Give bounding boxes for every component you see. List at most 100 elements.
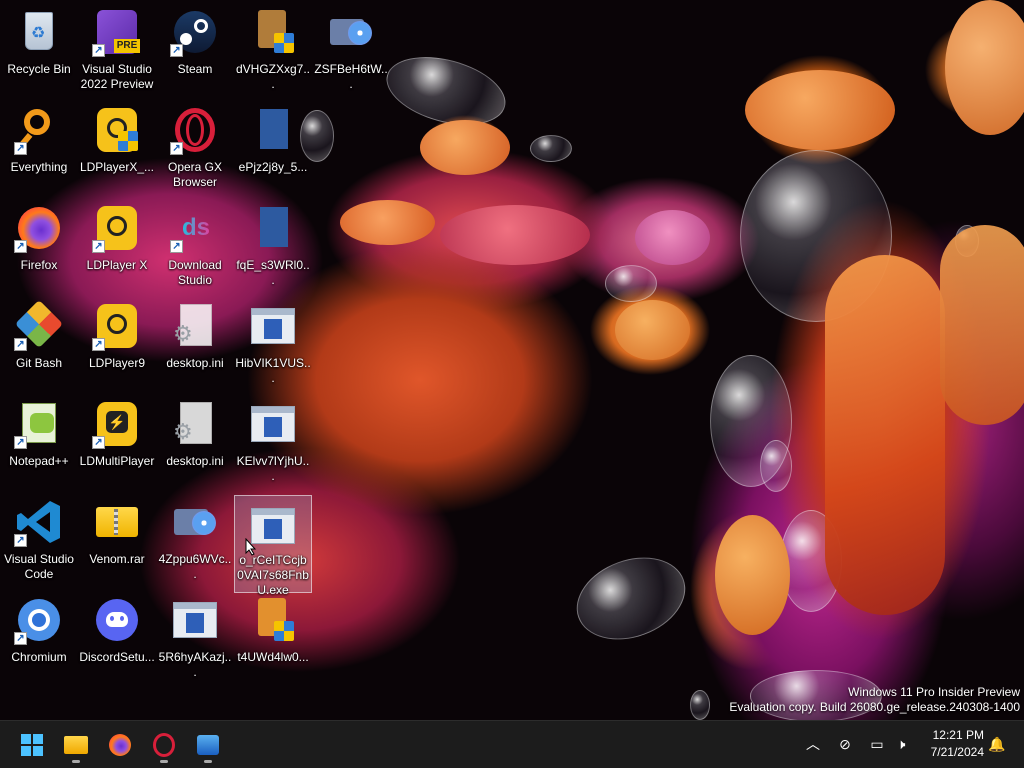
- icon-label: HibVIK1VUS...: [235, 356, 311, 385]
- desktop-icon-epjz[interactable]: ePjz2j8y_5...: [234, 100, 312, 196]
- wallpaper-blob: [940, 225, 1024, 425]
- desktop-icon-fqe[interactable]: fqE_s3WRl0...: [234, 198, 312, 294]
- desktop-icon-firefox[interactable]: ↗ Firefox: [0, 198, 78, 294]
- desktop-wallpaper[interactable]: Recycle Bin ↗ Everything ↗ Firefox ↗ Git…: [0, 0, 1024, 720]
- running-indicator: [204, 760, 212, 763]
- chevron-up-icon: ︿: [806, 736, 820, 752]
- wallpaper-blob: [745, 70, 895, 150]
- icon-label: LDPlayer X: [86, 258, 148, 272]
- firefox-icon: [109, 734, 131, 756]
- blue-file-icon: [260, 207, 288, 247]
- shortcut-arrow-icon: ↗: [14, 436, 27, 449]
- notification-bell-icon: 🔔: [988, 736, 1006, 752]
- desktop-icon-ldplayerx-underscore[interactable]: LDPlayerX_...: [78, 100, 156, 196]
- wallpaper-bubble: [530, 135, 572, 162]
- desktop-icon-discord-setup[interactable]: DiscordSetu...: [78, 590, 156, 686]
- desktop-icon-dvhgz[interactable]: dVHGZXxg7...: [234, 2, 312, 98]
- shortcut-arrow-icon: ↗: [92, 44, 105, 57]
- executable-icon: [251, 406, 295, 442]
- executable-icon: [251, 508, 295, 544]
- system-clock[interactable]: 12:21 PM 7/21/2024: [931, 727, 984, 761]
- desktop-icon-visual-studio-preview[interactable]: PRE ↗ Visual Studio 2022 Preview: [78, 2, 156, 98]
- wallpaper-bubble: [605, 265, 657, 302]
- uac-shield-icon: [118, 131, 138, 151]
- shortcut-arrow-icon: ↗: [14, 240, 27, 253]
- recycle-bin-icon: [25, 12, 53, 50]
- desktop-icon-desktop-ini-1[interactable]: ⚙ desktop.ini: [156, 296, 234, 392]
- wallpaper-blob: [945, 0, 1024, 135]
- icon-label: Git Bash: [15, 356, 63, 370]
- volume-button[interactable]: 🕨: [890, 733, 912, 755]
- taskbar-firefox[interactable]: [100, 725, 140, 765]
- desktop-icon-kelvv[interactable]: KElvv7lYjhU...: [234, 394, 312, 490]
- desktop-icon-ldplayer9[interactable]: ↗ LDPlayer9: [78, 296, 156, 392]
- desktop-icon-chromium[interactable]: ↗ Chromium: [0, 590, 78, 686]
- desktop-icon-opera-gx[interactable]: ↗ Opera GX Browser: [156, 100, 234, 196]
- desktop-icon-steam[interactable]: ↗ Steam: [156, 2, 234, 98]
- icon-label: Recycle Bin: [7, 62, 71, 76]
- shortcut-arrow-icon: ↗: [14, 338, 27, 351]
- taskbar: ︿ ⊘ ▭ 🕨 12:21 PM 7/21/2024 🔔: [0, 720, 1024, 768]
- wallpaper-blob: [440, 205, 590, 265]
- shortcut-arrow-icon: ↗: [14, 534, 27, 547]
- wallpaper-blob: [825, 255, 945, 615]
- desktop-icon-notepadpp[interactable]: ↗ Notepad++: [0, 394, 78, 490]
- wallpaper-bubble: [760, 440, 792, 492]
- notification-center-button[interactable]: 🔔: [986, 733, 1008, 755]
- running-indicator: [160, 760, 168, 763]
- desktop-icon-vscode[interactable]: ↗ Visual Studio Code: [0, 492, 78, 588]
- show-hidden-icons-button[interactable]: ︿: [802, 733, 824, 755]
- network-off-icon: ⊘: [839, 736, 851, 752]
- desktop-icon-5r6hy[interactable]: 5R6hyAKazj...: [156, 590, 234, 686]
- desktop-icon-4zppu[interactable]: 4Zppu6WVc...: [156, 492, 234, 588]
- icon-label: KElvv7lYjhU...: [236, 454, 310, 483]
- icon-label: fqE_s3WRl0...: [236, 258, 310, 287]
- desktop-icon-download-studio[interactable]: ds ↗ Download Studio: [156, 198, 234, 294]
- running-indicator: [72, 760, 80, 763]
- desktop-icon-everything[interactable]: ↗ Everything: [0, 100, 78, 196]
- taskbar-opera-gx[interactable]: [144, 725, 184, 765]
- wallpaper-bubble: [690, 690, 710, 720]
- wallpaper-blob: [715, 515, 790, 635]
- icon-label: LDPlayer9: [88, 356, 146, 370]
- desktop-icon-git-bash[interactable]: ↗ Git Bash: [0, 296, 78, 392]
- desktop-icon-venom-rar[interactable]: Venom.rar: [78, 492, 156, 588]
- icon-label: Opera GX Browser: [167, 160, 223, 189]
- display-status-button[interactable]: ▭: [866, 733, 888, 755]
- uac-shield-icon: [274, 33, 294, 53]
- shortcut-arrow-icon: ↗: [92, 436, 105, 449]
- desktop-icon-ldmultiplayer[interactable]: ⚡ ↗ LDMultiPlayer: [78, 394, 156, 490]
- mouse-cursor-icon: [245, 538, 257, 556]
- desktop-icon-hibvik[interactable]: HibVIK1VUS...: [234, 296, 312, 392]
- icon-label: ZSFBeH6tW...: [314, 62, 388, 91]
- executable-icon: [173, 602, 217, 638]
- desktop-icon-zsfbeh[interactable]: ZSFBeH6tW...: [312, 2, 390, 98]
- icon-label: 4Zppu6WVc...: [158, 552, 232, 581]
- wallpaper-blob: [615, 300, 690, 360]
- icon-label: LDMultiPlayer: [79, 454, 155, 468]
- shortcut-arrow-icon: ↗: [92, 338, 105, 351]
- display-icon: ▭: [870, 736, 884, 752]
- desktop-icon-t4uwd[interactable]: t4UWd4lw0...: [234, 590, 312, 686]
- shortcut-arrow-icon: ↗: [170, 142, 183, 155]
- taskbar-file-explorer[interactable]: [56, 725, 96, 765]
- desktop-icon-desktop-ini-2[interactable]: ⚙ desktop.ini: [156, 394, 234, 490]
- wallpaper-blob: [340, 200, 435, 245]
- shortcut-arrow-icon: ↗: [14, 632, 27, 645]
- photos-icon: [197, 735, 219, 755]
- taskbar-photos[interactable]: [188, 725, 228, 765]
- desktop-icon-ldplayer-x[interactable]: ↗ LDPlayer X: [78, 198, 156, 294]
- wallpaper-bubble: [565, 543, 697, 654]
- desktop-icon-recycle-bin[interactable]: Recycle Bin: [0, 2, 78, 98]
- icon-label: Steam: [177, 62, 213, 76]
- clock-date: 7/21/2024: [930, 745, 984, 759]
- start-button[interactable]: [12, 725, 52, 765]
- network-status-button[interactable]: ⊘: [834, 733, 856, 755]
- icon-label: Firefox: [20, 258, 58, 272]
- icon-label: DiscordSetu...: [79, 650, 155, 664]
- icon-label: desktop.ini: [166, 356, 224, 370]
- icon-label: Visual Studio 2022 Preview: [80, 62, 154, 91]
- blue-file-icon: [260, 109, 288, 149]
- icon-label: desktop.ini: [166, 454, 224, 468]
- clock-time: 12:21 PM: [932, 728, 984, 742]
